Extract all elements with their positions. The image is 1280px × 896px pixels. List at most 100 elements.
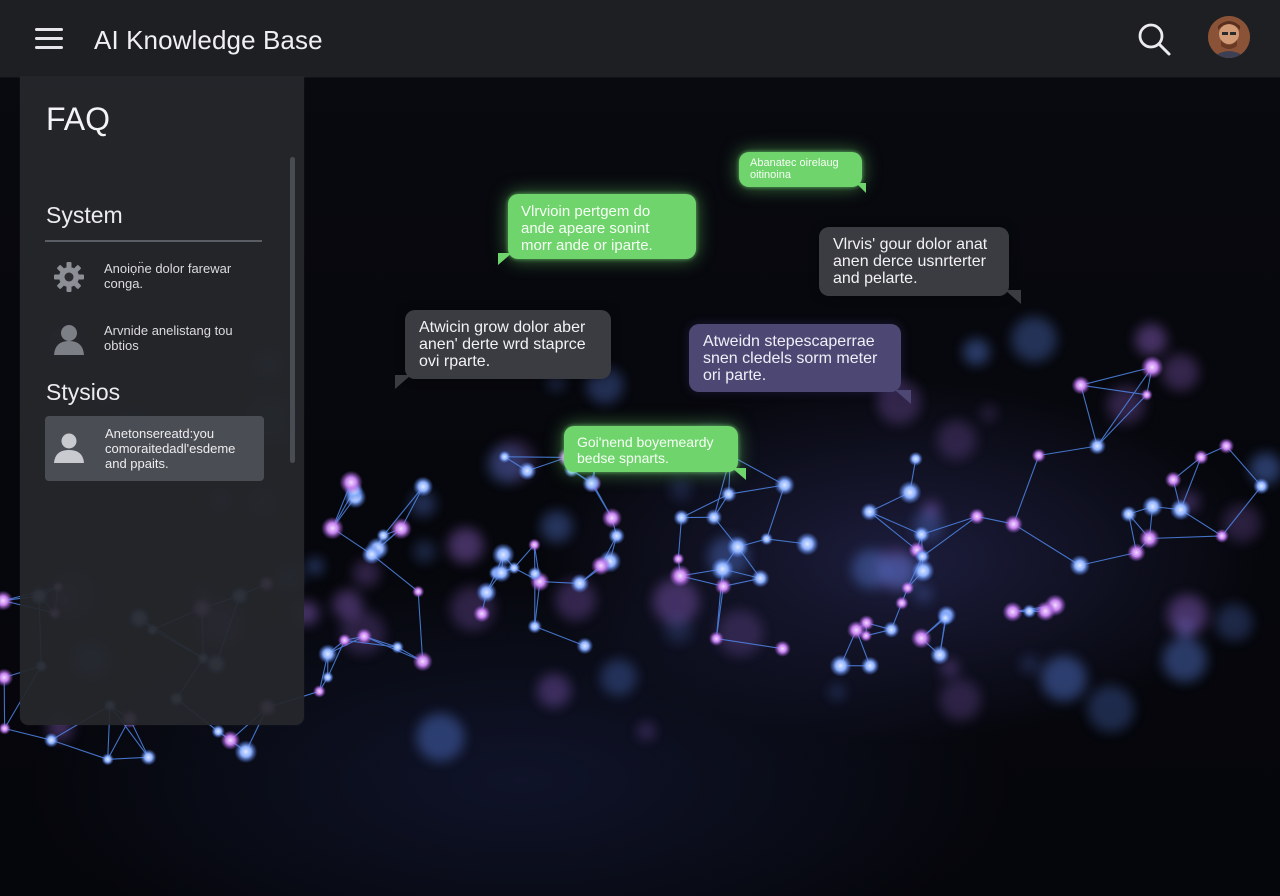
user-avatar[interactable] (1208, 16, 1250, 58)
bokeh-dot (332, 589, 363, 620)
network-node (376, 528, 391, 543)
bokeh-dot (540, 510, 573, 543)
network-node (321, 516, 344, 540)
network-edge (1149, 535, 1222, 540)
network-node (937, 610, 954, 626)
network-node (1140, 355, 1164, 379)
chat-bubble[interactable]: Atweidn stepescaperrae snen cledels sorm… (689, 324, 911, 404)
bokeh-dot (447, 527, 484, 564)
hamburger-menu-icon[interactable] (33, 26, 65, 52)
network-node (476, 581, 497, 603)
network-node (714, 577, 732, 595)
network-node (498, 450, 511, 464)
network-node (211, 724, 225, 739)
chat-bubble[interactable]: Goi'nend boyemeardy bedse spnarts. (564, 426, 746, 480)
network-node (708, 631, 724, 647)
network-node (705, 508, 723, 526)
chat-bubble[interactable]: Abanatec oirelaug oitinoina (739, 152, 866, 193)
network-node (355, 628, 373, 645)
network-node (672, 552, 685, 566)
section-heading-system: System (46, 202, 123, 228)
network-node (1127, 543, 1146, 562)
bokeh-dot (1087, 685, 1135, 733)
network-node (913, 526, 930, 543)
bokeh-dot (1162, 354, 1199, 391)
network-node (1088, 437, 1107, 455)
network-node (1169, 498, 1192, 521)
bokeh-dot (963, 338, 990, 366)
chat-bubble[interactable]: Vlrvis' gour dolor anat anen derce usnrt… (819, 227, 1021, 304)
network-node (710, 557, 735, 581)
network-node (895, 596, 909, 610)
network-edge (869, 511, 918, 551)
network-node (140, 749, 157, 766)
sidebar-item-label: Arvnide anelistanɡ tou obtios (104, 323, 233, 353)
network-node (1120, 505, 1138, 523)
network-node (321, 671, 334, 684)
network-node (1031, 448, 1046, 463)
network-node (900, 581, 915, 595)
bokeh-dot (416, 713, 465, 762)
bokeh-dot (669, 478, 692, 501)
bokeh-dot (937, 420, 977, 460)
bokeh-dot (851, 549, 892, 589)
network-node (528, 538, 541, 552)
bokeh-dot (637, 721, 656, 741)
bokeh-dot (600, 659, 637, 696)
network-node (1164, 471, 1182, 489)
network-node (898, 480, 922, 505)
network-node (391, 640, 404, 654)
network-edge (1013, 523, 1081, 566)
network-node (774, 474, 795, 496)
network-node (473, 605, 491, 623)
network-node (1253, 477, 1270, 495)
person-icon (51, 429, 87, 465)
chat-bubble-text: Vlrvis' gour dolor anat anen derce usnrt… (833, 236, 988, 287)
bokeh-dot (664, 616, 692, 644)
network-node (582, 474, 601, 493)
network-node (412, 651, 433, 672)
sidebar-item-options[interactable]: Arvnide anelistanɡ tou obtios (45, 317, 264, 361)
top-app-bar: AI Knowledge Base (0, 0, 1280, 78)
bokeh-dot (1041, 656, 1087, 702)
bokeh-dot (980, 405, 997, 422)
gear-icon (51, 259, 87, 295)
sidebar-item-configuration[interactable]: Anoiọn̈e dolor farewar conga. (45, 255, 264, 299)
network-node (1022, 604, 1037, 619)
bokeh-dot (413, 540, 436, 563)
network-node (601, 507, 623, 529)
app-window: AI Knowledge Base FAQ System Anoiọn̈e do… (0, 0, 1280, 896)
network-node (1035, 601, 1056, 622)
app-title: AI Knowledge Base (94, 25, 323, 55)
network-edge (417, 591, 424, 662)
sidebar-scrollbar[interactable] (290, 157, 295, 463)
network-node (527, 619, 542, 634)
network-node (101, 753, 114, 766)
bokeh-dot (537, 673, 571, 708)
chat-bubble[interactable]: Atwicin grow dolor aber anen' derte wrd … (395, 310, 611, 389)
network-edge (51, 739, 108, 760)
network-node (774, 640, 791, 657)
network-node (795, 532, 819, 556)
chat-bubble[interactable]: Vlrvioin pertgem do ande apeare sonint m… (498, 194, 696, 265)
network-node (669, 564, 692, 588)
network-node (337, 633, 352, 647)
network-node (1071, 375, 1091, 395)
section-heading-stysios: Stysios (46, 379, 121, 405)
bokeh-dot (352, 559, 380, 587)
bokeh-dot (1162, 637, 1207, 683)
person-icon (51, 320, 87, 356)
bokeh-dot (1215, 603, 1253, 642)
network-node (517, 461, 537, 481)
network-node (591, 555, 611, 576)
network-node (914, 548, 931, 565)
network-node (608, 527, 625, 545)
search-icon[interactable] (1135, 20, 1173, 58)
sidebar-item-active[interactable]: Anetonsereatd:you comoraitedadl'esdeme a… (45, 416, 264, 481)
network-node (673, 509, 690, 526)
bokeh-dot (306, 557, 324, 576)
network-node (313, 684, 326, 698)
network-node (1193, 449, 1209, 465)
network-node (1004, 514, 1023, 534)
bokeh-dot (828, 683, 846, 701)
